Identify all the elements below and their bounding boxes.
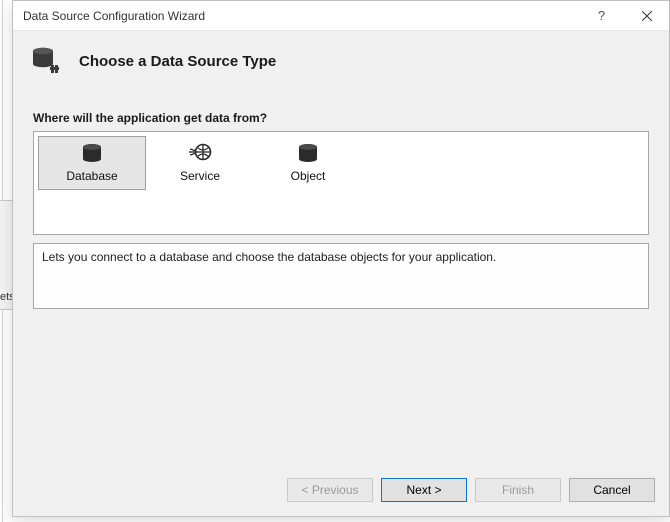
data-source-options: Database Service <box>33 131 649 235</box>
database-wizard-icon <box>31 45 63 77</box>
help-button[interactable]: ? <box>579 1 624 31</box>
finish-button[interactable]: Finish <box>475 478 561 502</box>
prompt-label: Where will the application get data from… <box>33 111 649 125</box>
titlebar: Data Source Configuration Wizard ? <box>13 1 669 31</box>
wizard-dialog: Data Source Configuration Wizard ? Choos… <box>12 0 670 517</box>
close-button[interactable] <box>624 1 669 31</box>
option-database[interactable]: Database <box>38 136 146 190</box>
service-icon <box>188 143 212 165</box>
wizard-header: Choose a Data Source Type <box>13 31 669 93</box>
previous-button[interactable]: < Previous <box>287 478 373 502</box>
next-button[interactable]: Next > <box>381 478 467 502</box>
database-icon <box>80 143 104 165</box>
wizard-footer: < Previous Next > Finish Cancel <box>13 464 669 516</box>
close-icon <box>642 11 652 21</box>
cancel-button[interactable]: Cancel <box>569 478 655 502</box>
object-icon <box>296 143 320 165</box>
wizard-heading: Choose a Data Source Type <box>79 53 276 70</box>
help-icon: ? <box>598 8 605 23</box>
option-database-label: Database <box>66 169 117 183</box>
window-title: Data Source Configuration Wizard <box>23 9 579 23</box>
wizard-body: Where will the application get data from… <box>13 93 669 464</box>
option-object[interactable]: Object <box>254 136 362 190</box>
option-service-label: Service <box>180 169 220 183</box>
option-object-label: Object <box>291 169 326 183</box>
option-service[interactable]: Service <box>146 136 254 190</box>
option-description: Lets you connect to a database and choos… <box>33 243 649 309</box>
